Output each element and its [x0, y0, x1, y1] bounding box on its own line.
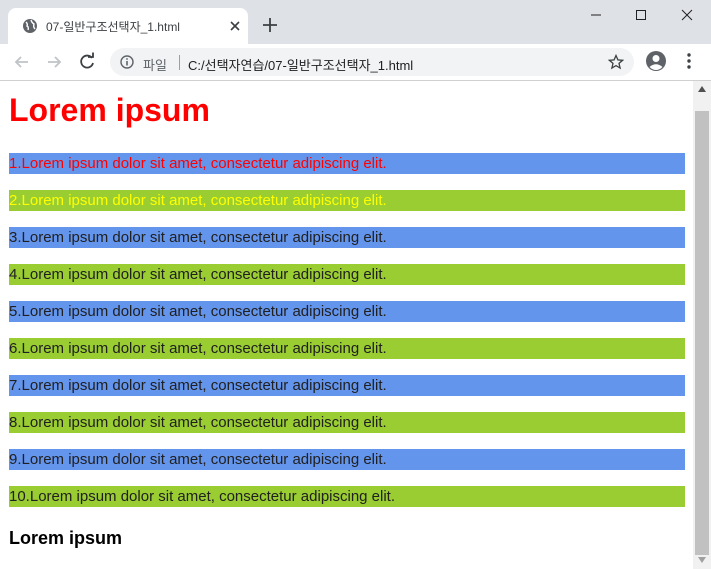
scroll-down-button[interactable] — [693, 552, 711, 569]
account-circle-icon[interactable] — [645, 50, 667, 72]
item-list: 1.Lorem ipsum dolor sit amet, consectetu… — [9, 153, 685, 523]
list-item: 7.Lorem ipsum dolor sit amet, consectetu… — [9, 375, 685, 396]
browser-tab[interactable]: 07-일반구조선택자_1.html — [8, 8, 248, 44]
list-item: 1.Lorem ipsum dolor sit amet, consectetu… — [9, 153, 685, 174]
list-item: 6.Lorem ipsum dolor sit amet, consectetu… — [9, 338, 685, 359]
close-icon — [681, 9, 693, 21]
plus-icon[interactable] — [262, 17, 278, 33]
back-button[interactable] — [12, 52, 32, 72]
list-item: 3.Lorem ipsum dolor sit amet, consectetu… — [9, 227, 685, 248]
triangle-down-icon — [698, 557, 706, 563]
address-bar[interactable]: 파일 C:/선택자연습/07-일반구조선택자_1.html — [110, 48, 634, 76]
reload-button[interactable] — [77, 52, 97, 72]
page-title: Lorem ipsum — [9, 92, 210, 128]
arrow-right-icon — [48, 56, 62, 68]
star-icon[interactable] — [608, 54, 624, 70]
list-item: 8.Lorem ipsum dolor sit amet, consectetu… — [9, 412, 685, 433]
browser-window: 07-일반구조선택자_1.html 파일 C:/선택자연습/07-일반구조선택자… — [0, 0, 711, 569]
maximize-button[interactable] — [618, 0, 664, 30]
list-item: 5.Lorem ipsum dolor sit amet, consectetu… — [9, 301, 685, 322]
url-text[interactable]: C:/선택자연습/07-일반구조선택자_1.html — [188, 55, 413, 74]
tab-strip: 07-일반구조선택자_1.html — [0, 0, 711, 44]
page-viewport: Lorem ipsum 1.Lorem ipsum dolor sit amet… — [0, 81, 693, 569]
info-icon[interactable] — [120, 55, 134, 69]
close-window-button[interactable] — [664, 0, 710, 30]
list-item: 2.Lorem ipsum dolor sit amet, consectetu… — [9, 190, 685, 211]
browser-toolbar: 파일 C:/선택자연습/07-일반구조선택자_1.html — [0, 44, 711, 81]
list-item: 4.Lorem ipsum dolor sit amet, consectetu… — [9, 264, 685, 285]
globe-icon — [23, 19, 37, 33]
list-item: 9.Lorem ipsum dolor sit amet, consectetu… — [9, 449, 685, 470]
minimize-icon — [591, 14, 601, 16]
page-info-label[interactable]: 파일 — [143, 55, 167, 74]
tab-title: 07-일반구조선택자_1.html — [46, 20, 180, 34]
sub-heading: Lorem ipsum — [9, 528, 123, 548]
maximize-icon — [636, 10, 646, 20]
triangle-up-icon — [698, 86, 706, 92]
minimize-button[interactable] — [573, 0, 619, 30]
close-icon[interactable] — [228, 19, 242, 33]
forward-button[interactable] — [44, 52, 64, 72]
address-separator — [179, 55, 180, 70]
list-item: 10.Lorem ipsum dolor sit amet, consectet… — [9, 486, 685, 507]
reload-icon — [80, 52, 94, 69]
kebab-menu-icon[interactable] — [681, 52, 697, 70]
scroll-thumb[interactable] — [695, 111, 709, 555]
vertical-scrollbar[interactable] — [693, 81, 711, 569]
scroll-up-button[interactable] — [693, 81, 711, 98]
arrow-left-icon — [14, 56, 28, 68]
